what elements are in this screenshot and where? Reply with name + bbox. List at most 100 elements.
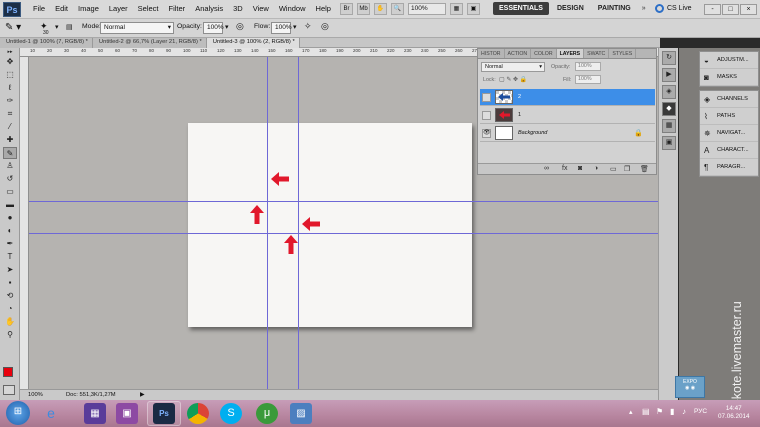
brush-tool-icon[interactable]: ✎: [3, 147, 17, 159]
path-selection-tool-icon[interactable]: ➤: [3, 264, 17, 276]
more-workspaces-button[interactable]: »: [639, 5, 649, 12]
trash-icon[interactable]: 🗑: [640, 165, 649, 173]
bridge-icon[interactable]: Br: [340, 3, 353, 15]
status-menu-button[interactable]: ▶: [140, 391, 145, 398]
menu-filter[interactable]: Filter: [164, 4, 191, 13]
layer-row-background[interactable]: 👁 Background 🔒: [480, 125, 655, 142]
blur-tool-icon[interactable]: ●: [3, 212, 17, 224]
menu-layer[interactable]: Layer: [104, 4, 133, 13]
minimize-button[interactable]: -: [704, 4, 721, 15]
channels-panel-button[interactable]: ◈ CHANNELS: [700, 91, 758, 108]
workspace-painting-button[interactable]: PAINTING: [592, 2, 637, 15]
cs-live-button[interactable]: CS Live: [655, 4, 692, 13]
eye-icon[interactable]: 👁: [482, 129, 491, 138]
masks-panel-button[interactable]: ◙ MASKS: [700, 69, 758, 86]
layer-row-1[interactable]: 1: [480, 107, 655, 124]
media-app-icon[interactable]: ▦: [84, 403, 106, 424]
menu-edit[interactable]: Edit: [50, 4, 73, 13]
dodge-tool-icon[interactable]: ◐: [3, 225, 17, 237]
volume-icon[interactable]: ♪: [682, 407, 686, 416]
crop-tool-icon[interactable]: ⌗: [3, 108, 17, 120]
lock-options-icon[interactable]: ▢ ✎ ✥ 🔒: [499, 76, 527, 83]
network-icon[interactable]: ▤: [642, 407, 650, 416]
toolbox-collapse-icon[interactable]: ▸▸: [3, 49, 17, 55]
paths-panel-button[interactable]: ⌇ PATHS: [700, 108, 758, 125]
hand-tool-icon[interactable]: ✋: [3, 316, 17, 328]
actions-panel-icon[interactable]: ▶: [662, 68, 676, 82]
utorrent-icon[interactable]: μ: [256, 403, 278, 424]
layer-name[interactable]: Background: [518, 130, 547, 136]
blend-mode-select[interactable]: Normal ▾: [481, 62, 545, 72]
healing-brush-tool-icon[interactable]: ✚: [3, 134, 17, 146]
swatches-panel-icon[interactable]: ▦: [662, 119, 676, 133]
character-panel-button[interactable]: A CHARACT...: [700, 142, 758, 159]
menu-help[interactable]: Help: [311, 4, 336, 13]
history-panel-icon[interactable]: ↻: [662, 51, 676, 65]
zoom-tool-icon[interactable]: 🔍: [391, 3, 404, 15]
menu-window[interactable]: Window: [274, 4, 311, 13]
arrange-documents-icon[interactable]: ▦: [450, 3, 463, 15]
new-layer-icon[interactable]: ❐: [624, 165, 630, 173]
internet-explorer-icon[interactable]: e: [40, 403, 62, 424]
3d-orbit-tool-icon[interactable]: ◔: [3, 303, 17, 315]
visibility-toggle[interactable]: [482, 93, 491, 102]
move-tool-icon[interactable]: ✥: [3, 56, 17, 68]
tab-swatches[interactable]: SWATC: [584, 49, 610, 58]
vertical-ruler[interactable]: [20, 57, 29, 389]
flow-slider-icon[interactable]: ▾: [293, 23, 296, 31]
status-zoom[interactable]: 100%: [28, 392, 43, 398]
tab-color[interactable]: COLOR: [531, 49, 557, 58]
adjustment-icon[interactable]: ◑: [594, 165, 598, 172]
mask-icon[interactable]: ◙: [578, 165, 582, 172]
zoom-tool-icon[interactable]: ⚲: [3, 329, 17, 341]
tab-history[interactable]: HISTOR: [478, 49, 505, 58]
menu-file[interactable]: File: [28, 4, 50, 13]
workspace-design-button[interactable]: DESIGN: [551, 2, 590, 15]
gradient-tool-icon[interactable]: ▬: [3, 199, 17, 211]
doc-tab-untitled-1[interactable]: Untitled-1 @ 100% (7, RGB/8) *: [0, 38, 93, 48]
layer-opacity-field[interactable]: 100%: [575, 62, 601, 71]
menu-view[interactable]: View: [248, 4, 274, 13]
layer-row-2[interactable]: 2: [480, 89, 655, 106]
signal-icon[interactable]: ▮: [670, 407, 674, 416]
layer-name[interactable]: 1: [518, 112, 521, 118]
type-tool-icon[interactable]: T: [3, 251, 17, 263]
clone-stamp-tool-icon[interactable]: ♙: [3, 160, 17, 172]
doc-tab-untitled-2[interactable]: Untitled-2 @ 66,7% (Layer 21, RGB/8) *: [92, 38, 207, 48]
photoshop-taskbar-icon[interactable]: Ps: [153, 403, 175, 424]
quick-selection-tool-icon[interactable]: ✑: [3, 95, 17, 107]
color-panel-icon[interactable]: ◈: [662, 85, 676, 99]
brush-tool-preset-icon[interactable]: ✎ ▾: [5, 22, 35, 36]
horizontal-guide[interactable]: [29, 233, 660, 234]
link-icon[interactable]: ∞: [544, 165, 549, 172]
paragraph-panel-button[interactable]: ¶ PARAGR...: [700, 159, 758, 176]
remote-app-icon[interactable]: ▣: [116, 403, 138, 424]
opacity-slider-icon[interactable]: ▾: [225, 23, 228, 31]
fill-field[interactable]: 100%: [575, 75, 601, 84]
lasso-tool-icon[interactable]: ℓ: [3, 82, 17, 94]
eraser-tool-icon[interactable]: ▭: [3, 186, 17, 198]
fx-icon[interactable]: fx: [562, 165, 567, 172]
eyedropper-tool-icon[interactable]: ⁄: [3, 121, 17, 133]
flag-icon[interactable]: ⚑: [656, 407, 663, 416]
pen-tool-icon[interactable]: ✒: [3, 238, 17, 250]
mode-select[interactable]: Normal ▾: [100, 22, 174, 34]
minibridge-icon[interactable]: Mb: [357, 3, 370, 15]
skype-icon[interactable]: S: [220, 403, 242, 424]
pressure-size-icon[interactable]: ◎: [321, 21, 329, 32]
screen-mode-icon[interactable]: ▣: [467, 3, 480, 15]
layer-name[interactable]: 2: [518, 94, 521, 100]
shape-tool-icon[interactable]: ▪: [3, 277, 17, 289]
clock[interactable]: 14:47 07.06.2014: [718, 405, 750, 421]
tab-layers[interactable]: LAYERS: [556, 49, 585, 58]
horizontal-guide[interactable]: [29, 201, 660, 202]
visibility-toggle[interactable]: [482, 111, 491, 120]
tab-styles[interactable]: STYLES: [609, 49, 637, 58]
navigator-panel-button[interactable]: ✵ NAVIGAT...: [700, 125, 758, 142]
start-button-icon[interactable]: ⊞: [6, 401, 30, 425]
menu-3d[interactable]: 3D: [228, 4, 248, 13]
close-button[interactable]: ×: [740, 4, 757, 15]
document-canvas[interactable]: [188, 123, 472, 327]
photoshop-logo-icon[interactable]: Ps: [3, 2, 21, 17]
tray-expand-icon[interactable]: ▴: [629, 408, 633, 416]
